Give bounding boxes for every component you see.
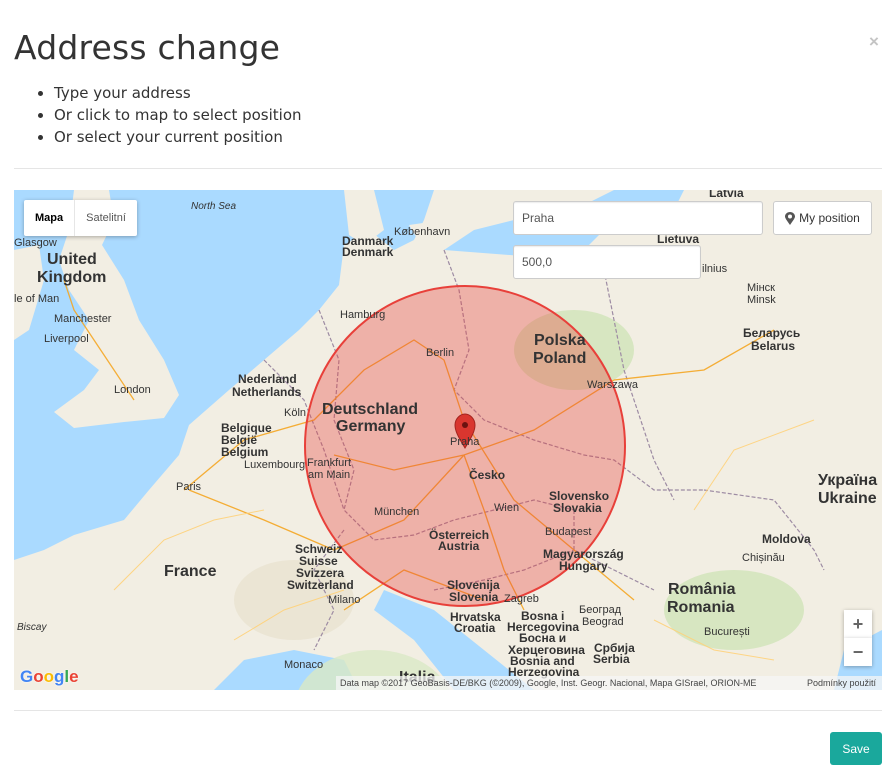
map-label-belarus: Belarus [751, 339, 796, 353]
map-label-milano: Milano [328, 594, 361, 606]
map-label-minsk: Minsk [747, 294, 776, 306]
close-button[interactable]: × [869, 33, 879, 50]
map-label-poland: Poland [533, 350, 587, 367]
header-divider [14, 168, 882, 169]
map-attribution: Data map ©2017 GeoBasis-DE/BKG (©2009), … [336, 676, 882, 690]
map-label-belgium: Belgium [221, 445, 269, 459]
save-button[interactable]: Save [830, 732, 882, 765]
zoom-in-button[interactable]: + [844, 610, 872, 638]
map-label-chisinau: Chișinău [742, 552, 785, 564]
map-label-praha: Praha [450, 436, 480, 448]
map-label-cesko: Česko [469, 468, 506, 482]
map-label-ukraina: Україна [818, 472, 878, 489]
map-label-liverpool: Liverpool [44, 333, 89, 345]
map-label-beograd-cy: Београд [579, 604, 622, 616]
terms-link[interactable]: Podmínky použití [807, 678, 882, 688]
map-label-moldova: Moldova [762, 532, 811, 546]
map-label-glasgow: Glasgow [14, 237, 57, 249]
map-label-wien: Wien [494, 502, 520, 514]
map-label-hungary: Hungary [559, 559, 608, 573]
map-label-ukraine: Ukraine [818, 490, 877, 507]
modal-title: Address change [14, 28, 281, 67]
map-label-north-sea: North Sea [191, 201, 237, 212]
google-logo: Google [20, 667, 79, 686]
map-label-bucuresti: București [704, 626, 750, 638]
map-label-uk-1: United [47, 251, 97, 268]
map-label-croatia: Croatia [454, 621, 496, 635]
map-label-isle-of-man: le of Man [14, 293, 60, 305]
map-label-deutschland: Deutschland [322, 401, 419, 418]
map-label-frankfurt-2: am Main [308, 469, 351, 481]
map-label-serbia: Serbia [593, 652, 630, 666]
map-label-vilnius: ilnius [702, 263, 728, 275]
instruction-item: Or click to map to select position [54, 104, 302, 126]
map-label-london: London [114, 384, 151, 396]
map-label-polska: Polska [534, 332, 586, 349]
map-label-belarus-by: Беларусь [743, 326, 801, 340]
instruction-item: Type your address [54, 82, 302, 104]
map-label-nederland: Nederland [238, 372, 297, 386]
map-marker-icon [785, 211, 796, 225]
map-label-minsk-by: Мінск [747, 282, 775, 294]
map-label-beograd: Beograd [582, 616, 624, 628]
map-label-manchester: Manchester [54, 313, 112, 325]
map-label-warszawa: Warszawa [587, 379, 638, 391]
map-label-berlin: Berlin [426, 347, 455, 359]
map-label-biscay: Biscay [17, 622, 47, 633]
map-label-budapest: Budapest [545, 526, 592, 538]
map-label-hamburg: Hamburg [340, 309, 386, 321]
map-label-frankfurt-1: Frankfurt [307, 457, 352, 469]
instruction-item: Or select your current position [54, 126, 302, 148]
address-input[interactable] [513, 201, 763, 235]
map-label-koln: Köln [284, 407, 307, 419]
map-label-austria: Austria [438, 539, 480, 553]
map-label-monaco: Monaco [284, 659, 324, 671]
map-label-slovakia: Slovakia [553, 501, 602, 515]
instructions-list: Type your address Or click to map to sel… [14, 82, 302, 148]
my-position-label: My position [799, 211, 860, 225]
map-label-germany: Germany [336, 418, 406, 435]
map-label-romania-ro: România [668, 581, 736, 598]
footer-divider [14, 710, 882, 711]
map-label-romania: Romania [667, 599, 735, 616]
map-label-zagreb: Zagreb [504, 593, 539, 605]
map-canvas[interactable]: North Sea Biscay Latvia United Kingdom l… [14, 190, 882, 690]
map-label-uk-2: Kingdom [37, 269, 107, 286]
map-label-danmark-2: Denmark [342, 245, 394, 259]
map-label-luxembourg: Luxembourg [244, 459, 306, 471]
zoom-out-button[interactable]: − [844, 638, 872, 666]
attribution-text: Data map ©2017 GeoBasis-DE/BKG (©2009), … [340, 678, 757, 688]
map-label-latvia: Latvia [709, 190, 744, 200]
map-label-munchen: München [374, 506, 420, 518]
my-position-button[interactable]: My position [773, 201, 872, 235]
map-label-switzerland: Switzerland [287, 578, 354, 592]
map-label-france: France [164, 563, 217, 580]
map-label-netherlands: Netherlands [232, 385, 302, 399]
map-type-tab-map[interactable]: Mapa [24, 200, 74, 236]
map-label-paris: Paris [176, 481, 202, 493]
radius-input[interactable] [513, 245, 701, 279]
map-type-control: Mapa Satelitní [24, 200, 137, 236]
map-label-kobenhavn: København [394, 226, 451, 238]
map-label-slovenia: Slovenia [449, 590, 499, 604]
radius-overlay [304, 285, 626, 607]
map-type-tab-satellite[interactable]: Satelitní [74, 200, 137, 236]
